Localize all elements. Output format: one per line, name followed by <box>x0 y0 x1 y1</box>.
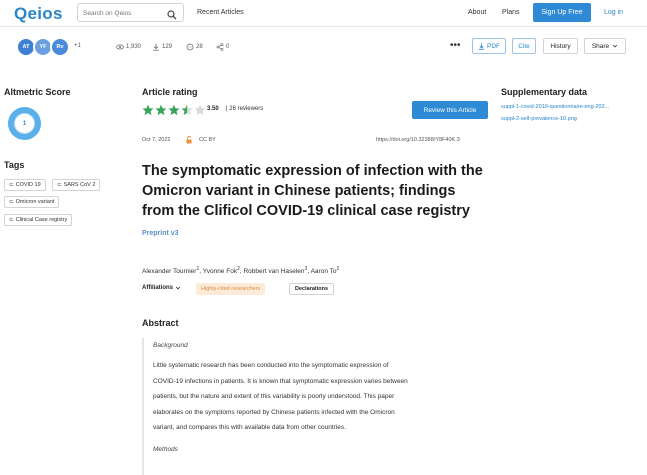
half-star-icon <box>181 104 193 116</box>
author-affiliation-number: 3 <box>304 266 308 272</box>
more-options-icon[interactable]: ••• <box>450 40 461 51</box>
publish-date: Oct 7, 2022 <box>142 137 171 143</box>
doi-link[interactable]: https://doi.org/10.32388/Y8F40K.3 <box>376 137 460 143</box>
altmetric-badge[interactable]: 1 <box>8 107 41 140</box>
abstract-line: variant, and compares this with availabl… <box>153 424 346 431</box>
author-name[interactable]: Alexander Tournier <box>142 268 196 275</box>
download-icon <box>153 43 159 51</box>
supplementary-file-link[interactable]: suppl-2-self-prevalence-10.png <box>501 116 641 122</box>
tag-label: COVID 19 <box>15 182 41 188</box>
history-button[interactable]: History <box>543 38 578 54</box>
eye-icon <box>116 44 124 50</box>
avatar-initials: AT <box>22 44 30 50</box>
downloads-stat: 129 <box>152 43 172 51</box>
abstract-title: Abstract <box>142 318 179 328</box>
background-label: Background <box>153 342 188 349</box>
rating-title: Article rating <box>142 87 198 97</box>
share-nodes-icon <box>216 43 224 51</box>
license-link[interactable]: CC BY <box>199 137 216 143</box>
affiliations-toggle[interactable]: Affiliations <box>142 285 181 291</box>
reviewers-count[interactable]: | 26 reviewers <box>226 106 263 112</box>
chevron-down-icon <box>613 44 618 48</box>
article-title-text: The symptomatic expression of infection … <box>142 163 483 219</box>
tag-label: Clinical Case registry <box>15 217 68 223</box>
avatar-initials: YF <box>39 44 47 50</box>
supplementary-file-link[interactable]: suppl-1-covid-2019-questionnaire-eng-202… <box>501 104 641 110</box>
login-link[interactable]: Log in <box>604 9 623 16</box>
shares-stat: 0 <box>216 43 229 51</box>
comments-stat: 28 <box>186 43 203 51</box>
cite-button[interactable]: Cite <box>512 38 536 54</box>
shares-count: 0 <box>226 44 230 50</box>
comment-icon <box>186 43 194 51</box>
tag-chip[interactable]: ⊂ SARS CoV 2 <box>52 179 101 191</box>
declarations-button[interactable]: Declarations <box>289 283 335 295</box>
affiliations-label: Affiliations <box>142 285 173 291</box>
signup-button[interactable]: Sign Up Free <box>533 3 591 22</box>
abstract-line: patients, but the nature and extent of t… <box>153 393 395 400</box>
tag-label: SARS CoV 2 <box>63 182 96 188</box>
star-icon <box>168 104 180 116</box>
author-name[interactable]: Yvonne Fok <box>203 268 237 275</box>
nav-about[interactable]: About <box>468 9 486 16</box>
tag-label: Omicron variant <box>15 199 55 205</box>
share-button[interactable]: Share <box>584 38 626 54</box>
empty-star-icon <box>194 104 206 116</box>
star-icon <box>155 104 167 116</box>
author-name[interactable]: Aaron To <box>311 268 337 275</box>
altmetric-score: 1 <box>22 120 27 127</box>
author-affiliation-number: 2 <box>336 266 340 272</box>
tag-chip[interactable]: ⊂ Omicron variant <box>4 196 60 208</box>
abstract-text: Little systematic research has been cond… <box>153 358 493 436</box>
author-name[interactable]: Robbert van Haselen <box>243 268 304 275</box>
tag-chip[interactable]: ⊂ Clinical Case registry <box>4 214 73 226</box>
author-avatar[interactable]: Rv <box>50 37 70 57</box>
qeios-logo[interactable]: Qeios <box>14 4 63 24</box>
preprint-version[interactable]: Preprint v3 <box>142 230 179 237</box>
share-label: Share <box>591 42 610 50</box>
rating-value: 3.50 <box>207 106 219 112</box>
abstract-line: elaborates on the symptoms reported by C… <box>153 408 395 416</box>
tag-icon: ⊂ <box>57 182 62 188</box>
author-affiliation-number: 1 <box>196 266 200 272</box>
comments-count: 28 <box>196 44 203 50</box>
star-icon <box>142 104 154 116</box>
tag-icon: ⊂ <box>9 199 14 205</box>
views-stat: 1,930 <box>116 43 141 51</box>
altmetric-title: Altmetric Score <box>4 87 71 97</box>
star-rating[interactable] <box>142 104 206 116</box>
abstract-line: Little systematic research has been cond… <box>153 362 389 369</box>
pdf-label: PDF <box>487 42 500 50</box>
review-article-button[interactable]: Review this Article <box>412 101 488 119</box>
nav-recent-articles[interactable]: Recent Articles <box>197 9 244 16</box>
search-input[interactable] <box>83 7 163 19</box>
abstract-line: COVID-19 infections in patients. It is k… <box>153 377 408 385</box>
nav-plans[interactable]: Plans <box>502 9 520 16</box>
author-list: Alexander Tournier1, Yvonne Fok2, Robber… <box>142 266 340 276</box>
chevron-down-icon <box>175 286 181 290</box>
article-title: The symptomatic expression of infection … <box>142 161 487 244</box>
tag-icon: ⊂ <box>9 182 14 188</box>
avatar-initials: Rv <box>56 44 64 50</box>
abstract-body: Background Little systematic research ha… <box>142 338 492 475</box>
methods-label: Methods <box>153 445 178 453</box>
highly-cited-badge[interactable]: Highly-cited researchers <box>196 283 266 295</box>
tags-title: Tags <box>4 160 25 170</box>
author-affiliation-number: 2 <box>237 266 240 272</box>
download-icon <box>479 43 484 50</box>
more-authors-count[interactable]: +1 <box>74 43 81 49</box>
search-box[interactable] <box>77 3 184 22</box>
tag-icon: ⊂ <box>9 217 14 223</box>
search-icon[interactable] <box>167 7 177 25</box>
views-count: 1,930 <box>126 44 142 50</box>
open-access-icon <box>186 136 192 146</box>
top-header: Qeios Recent Articles About Plans Sign U… <box>0 0 647 27</box>
pdf-button[interactable]: PDF <box>472 38 506 54</box>
tag-chip[interactable]: ⊂ COVID 19 <box>4 179 46 191</box>
supplementary-title: Supplementary data <box>501 87 588 97</box>
downloads-count: 129 <box>162 44 173 50</box>
